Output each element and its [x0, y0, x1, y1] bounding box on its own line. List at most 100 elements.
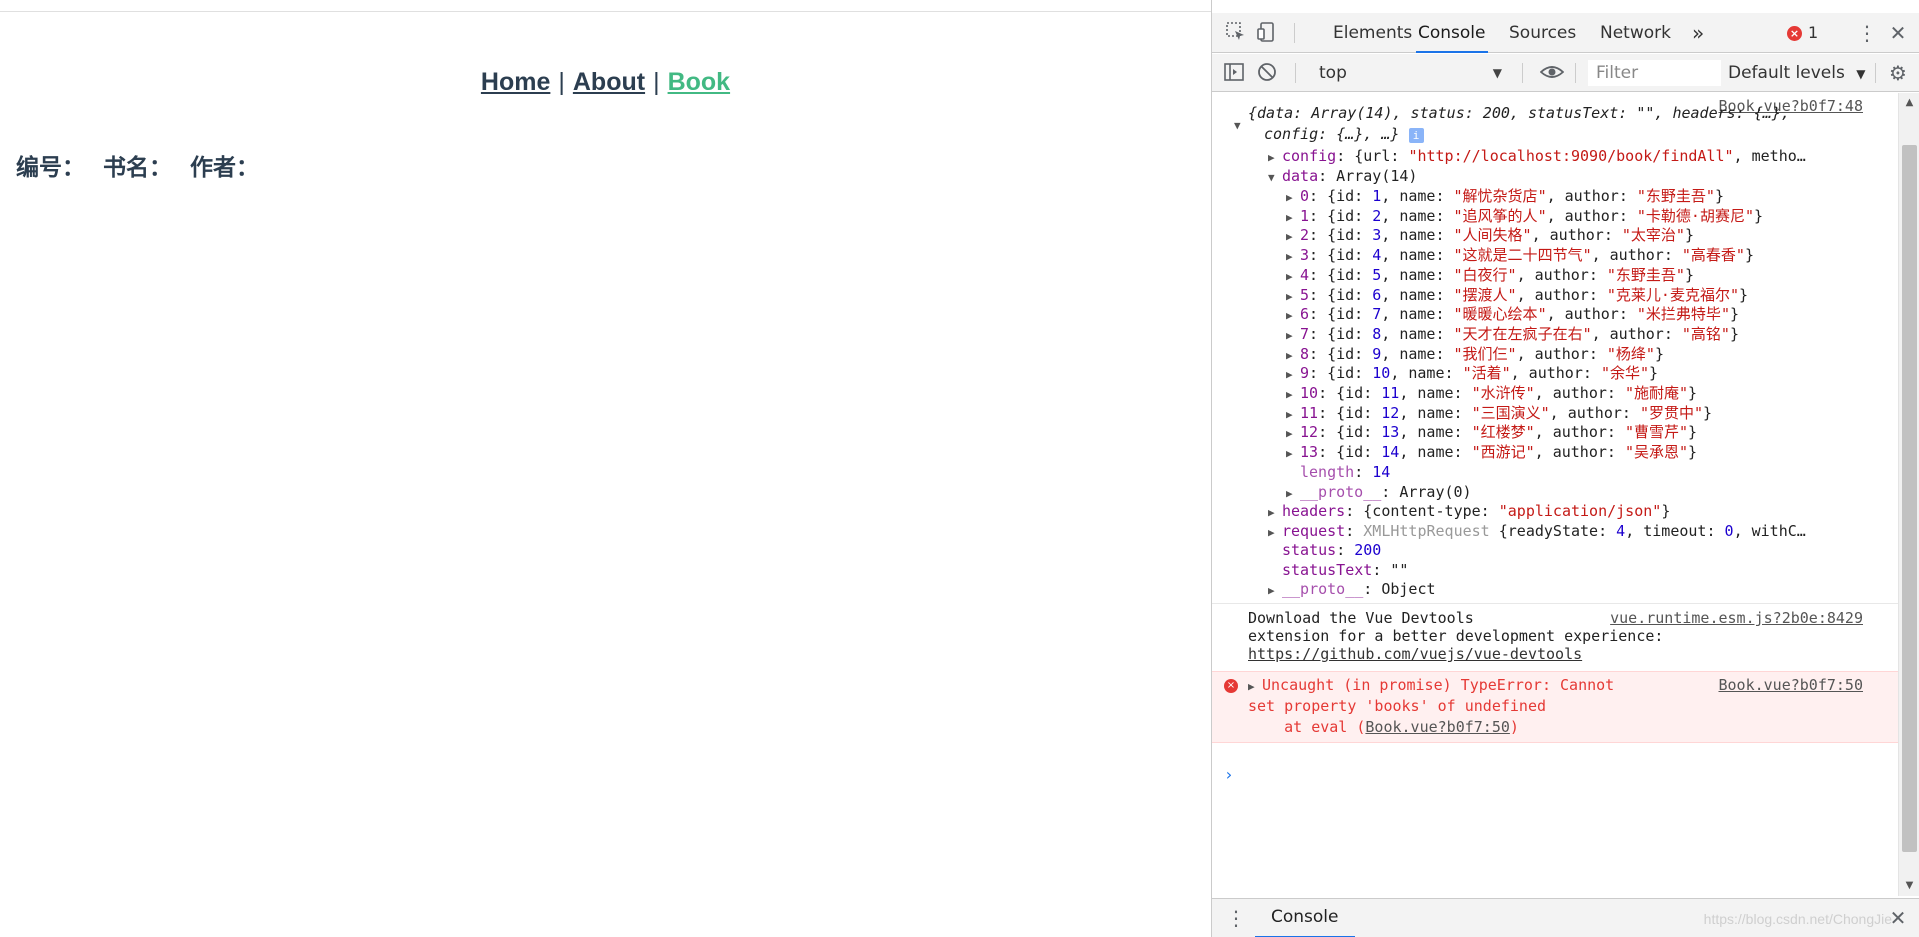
nav-link-home[interactable]: Home: [481, 68, 550, 96]
vue-devtools-link[interactable]: https://github.com/vuejs/vue-devtools: [1248, 644, 1582, 665]
prop-data[interactable]: ▼ data: Array(14): [1268, 166, 1417, 187]
collapse-triangle-icon[interactable]: ▼: [1268, 167, 1282, 188]
expand-triangle-icon[interactable]: ▶: [1268, 522, 1282, 543]
log-object-summary[interactable]: ▼ {data: Array(14), status: 200, statusTe…: [1234, 103, 1790, 132]
key: length: [1300, 463, 1355, 481]
text: : {id:: [1309, 285, 1373, 304]
drawer-menu-icon[interactable]: ⋮: [1224, 906, 1248, 930]
text: : {id:: [1309, 324, 1373, 343]
data-item-row[interactable]: ▶ 12: {id: 13, name: "红楼梦", author: "曹雪芹"…: [1286, 422, 1697, 443]
data-item-row[interactable]: ▶ 9: {id: 10, name: "活着", author: "余华"}: [1286, 363, 1658, 384]
error-text: Uncaught (in promise) TypeError: Cannot: [1262, 676, 1615, 694]
sidebar-toggle-icon[interactable]: [1222, 61, 1246, 85]
error-counter[interactable]: × 1: [1787, 13, 1818, 53]
data-item-row[interactable]: ▶ 7: {id: 8, name: "天才在左疯子在右", author: "高…: [1286, 324, 1739, 345]
source-link[interactable]: Book.vue?b0f7:50: [1719, 675, 1864, 696]
text: }: [1744, 246, 1754, 265]
more-tabs-button[interactable]: »: [1690, 13, 1706, 53]
text: : {id:: [1309, 305, 1373, 324]
item-id: 13: [1381, 423, 1400, 442]
item-name: "西游记": [1471, 443, 1535, 462]
data-item-row[interactable]: ▶ 2: {id: 3, name: "人间失格", author: "太宰治"}: [1286, 225, 1694, 246]
close-drawer-icon[interactable]: ✕: [1886, 906, 1910, 930]
nav-link-book[interactable]: Book: [668, 68, 731, 96]
text: : {id:: [1318, 443, 1382, 462]
item-id: 14: [1381, 443, 1400, 462]
expand-triangle-icon[interactable]: ▼: [1234, 115, 1248, 136]
text: }: [1688, 384, 1698, 402]
expand-triangle-icon[interactable]: ▶: [1248, 676, 1262, 697]
text: , author:: [1516, 344, 1607, 363]
device-toolbar-icon[interactable]: [1256, 21, 1280, 45]
data-item-row[interactable]: ▶ 4: {id: 5, name: "白夜行", author: "东野圭吾"}: [1286, 265, 1694, 286]
tab-network[interactable]: Network: [1598, 13, 1673, 53]
text: , name:: [1381, 206, 1454, 225]
live-expression-eye-icon[interactable]: [1539, 61, 1565, 85]
inspect-element-icon[interactable]: [1224, 21, 1248, 45]
error-message: × ▶ Uncaught (in promise) TypeError: Cann…: [1212, 671, 1898, 743]
text: }: [1688, 423, 1698, 442]
text: }: [1754, 206, 1764, 225]
tab-sources[interactable]: Sources: [1507, 13, 1578, 53]
prop-headers[interactable]: ▶ headers: {content-type: "application/js…: [1268, 501, 1670, 522]
scrollbar-thumb[interactable]: [1902, 145, 1917, 852]
text: }: [1729, 305, 1739, 324]
info-icon[interactable]: i: [1408, 128, 1424, 143]
text: , author:: [1534, 384, 1625, 402]
prop-config[interactable]: ▶ config: {url: "http://localhost:9090/bo…: [1268, 146, 1806, 167]
error-line-1[interactable]: ▶ Uncaught (in promise) TypeError: Cannot: [1248, 675, 1614, 696]
summary-line-1: {data: Array(14), status: 200, statusTex…: [1248, 104, 1790, 122]
prop-array-proto[interactable]: ▶ __proto__: Array(0): [1286, 482, 1472, 503]
item-name: "摆渡人": [1453, 285, 1517, 304]
text: : {id:: [1309, 246, 1373, 265]
message-divider: [1212, 603, 1898, 604]
data-item-row[interactable]: ▶ 5: {id: 6, name: "摆渡人", author: "克莱儿·麦克…: [1286, 285, 1748, 306]
scroll-down-arrow-icon[interactable]: ▼: [1899, 876, 1919, 896]
item-author: "东野圭吾": [1606, 265, 1685, 284]
data-item-row[interactable]: ▶ 6: {id: 7, name: "暖暖心绘本", author: "米拦弗特…: [1286, 304, 1739, 325]
error-icon: ×: [1787, 26, 1802, 41]
console-settings-gear-icon[interactable]: ⚙: [1886, 61, 1910, 85]
data-item-row[interactable]: ▶ 13: {id: 14, name: "西游记", author: "吴承恩"…: [1286, 442, 1697, 463]
data-item-row[interactable]: ▶ 3: {id: 4, name: "这就是二十四节气", author: "高…: [1286, 245, 1754, 266]
item-name: "暖暖心绘本": [1453, 305, 1547, 324]
summary-text: config: {…}, …}: [1264, 125, 1400, 143]
data-item-row[interactable]: ▶ 10: {id: 11, name: "水浒传", author: "施耐庵"…: [1286, 383, 1697, 404]
data-item-row[interactable]: ▶ 11: {id: 12, name: "三国演义", author: "罗贯中…: [1286, 403, 1712, 424]
prop-request[interactable]: ▶ request: XMLHttpRequest {readyState: 4,…: [1268, 521, 1806, 542]
expand-triangle-icon[interactable]: ▶: [1268, 147, 1282, 168]
tab-console[interactable]: Console: [1416, 13, 1488, 53]
stack-link[interactable]: Book.vue?b0f7:50: [1365, 718, 1510, 736]
close-devtools-icon[interactable]: ✕: [1886, 21, 1910, 45]
tab-elements[interactable]: Elements: [1331, 13, 1414, 53]
web-page: Home | About | Book 编号： 书名： 作者：: [0, 0, 1211, 937]
expand-triangle-icon[interactable]: ▶: [1268, 502, 1282, 523]
item-author: "米拦弗特毕": [1636, 305, 1730, 324]
drawer-tab-console[interactable]: Console: [1255, 899, 1355, 937]
scroll-up-arrow-icon[interactable]: ▲: [1899, 93, 1919, 113]
item-id: 9: [1372, 344, 1382, 363]
item-author: "太宰治": [1621, 226, 1685, 245]
text: }: [1654, 344, 1664, 363]
text: : {id:: [1309, 265, 1373, 284]
log-levels-dropdown[interactable]: Default levels ▼: [1728, 60, 1868, 86]
console-scrollbar[interactable]: ▲ ▼: [1898, 93, 1919, 896]
prop-object-proto[interactable]: ▶ __proto__: Object: [1268, 579, 1436, 600]
nav-link-about[interactable]: About: [573, 68, 645, 96]
data-item-row[interactable]: ▶ 0: {id: 1, name: "解忧杂货店", author: "东野圭吾…: [1286, 186, 1724, 207]
text: , author:: [1516, 285, 1607, 304]
clear-console-icon[interactable]: [1255, 61, 1279, 85]
data-item-row[interactable]: ▶ 1: {id: 2, name: "追风筝的人", author: "卡勒德·…: [1286, 206, 1763, 227]
toolbar-divider: [1522, 63, 1523, 83]
kebab-menu-icon[interactable]: ⋮: [1855, 21, 1879, 45]
expand-triangle-icon[interactable]: ▶: [1268, 580, 1282, 601]
data-item-row[interactable]: ▶ 8: {id: 9, name: "我们仨", author: "杨绛"}: [1286, 344, 1664, 365]
key: __proto__: [1300, 483, 1382, 501]
book-table-header: 编号： 书名： 作者：: [16, 148, 277, 182]
screen: Home | About | Book 编号： 书名： 作者： Elements Conso…: [0, 0, 1919, 937]
console-prompt-icon[interactable]: ›: [1224, 765, 1234, 784]
text: }: [1729, 324, 1739, 343]
filter-input[interactable]: Filter: [1588, 60, 1721, 86]
context-selector[interactable]: top ▼: [1313, 60, 1508, 86]
expand-triangle-icon[interactable]: ▶: [1286, 443, 1300, 464]
